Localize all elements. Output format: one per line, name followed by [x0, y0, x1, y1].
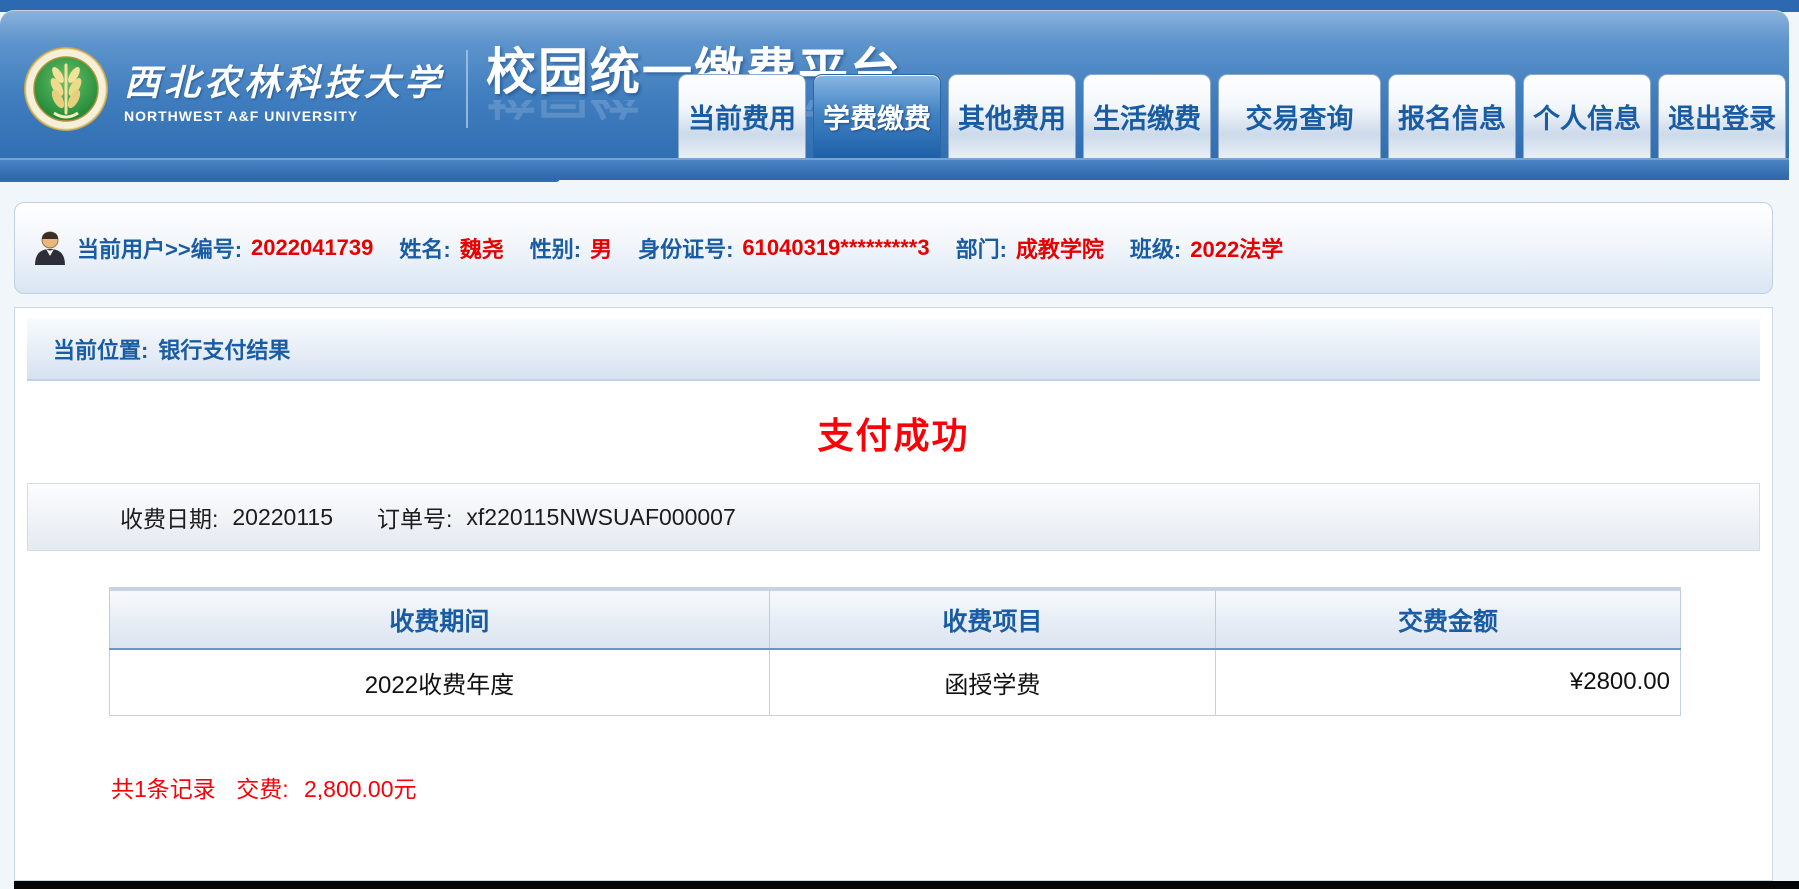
- user-id-label: 编号:: [191, 232, 242, 264]
- column-header-fee-period: 收费期间: [110, 589, 770, 649]
- summary-amount: 2,800.00元: [304, 776, 417, 802]
- order-number-value: xf220115NWSUAF000007: [466, 504, 735, 531]
- tab-registration-info[interactable]: 报名信息: [1388, 74, 1516, 158]
- summary-records: 共1条记录: [111, 776, 216, 802]
- user-gender-value: 男: [590, 232, 612, 264]
- header: 西北农林科技大学 NORTHWEST A&F UNIVERSITY 校园统一缴费…: [0, 10, 1789, 158]
- user-info-bar: 当前用户>>编号: 2022041739 姓名: 魏尧 性别: 男 身份证号: …: [14, 202, 1773, 294]
- user-department-label: 部门:: [956, 232, 1007, 264]
- tab-current-fees[interactable]: 当前费用: [678, 74, 806, 158]
- cell-fee-item: 函授学费: [769, 649, 1215, 715]
- tab-logout[interactable]: 退出登录: [1658, 74, 1786, 158]
- user-class-value: 2022法学: [1190, 232, 1283, 264]
- tab-tuition-payment[interactable]: 学费缴费: [813, 74, 941, 158]
- fee-date-label: 收费日期:: [120, 500, 218, 534]
- main-nav: 当前费用 学费缴费 其他费用 生活缴费 交易查询 报名信息 个人信息 退出登录: [678, 74, 1786, 158]
- university-logo-icon: [24, 47, 108, 131]
- cell-fee-period: 2022收费年度: [110, 649, 770, 715]
- table-row: 2022收费年度 函授学费 ¥2800.00: [110, 649, 1681, 715]
- university-name-en: NORTHWEST A&F UNIVERSITY: [124, 108, 444, 124]
- tab-transaction-query[interactable]: 交易查询: [1218, 74, 1381, 158]
- user-idcard-value: 61040319*********3: [742, 235, 929, 261]
- university-name-cn: 西北农林科技大学: [124, 54, 444, 106]
- bottom-edge: [14, 881, 1799, 889]
- breadcrumb-value: 银行支付结果: [158, 333, 290, 365]
- column-header-fee-item: 收费项目: [769, 589, 1215, 649]
- breadcrumb: 当前位置: 银行支付结果: [27, 319, 1760, 381]
- tab-other-fees[interactable]: 其他费用: [948, 74, 1076, 158]
- user-gender-label: 性别:: [530, 232, 581, 264]
- order-number-label: 订单号:: [377, 500, 452, 534]
- main-panel: 当前位置: 银行支付结果 支付成功 收费日期: 20220115 订单号: xf…: [14, 307, 1773, 881]
- user-prefix: 当前用户>>: [77, 232, 191, 264]
- summary-pay-label: 交费:: [236, 776, 288, 802]
- user-icon: [33, 230, 67, 266]
- payment-status-title: 支付成功: [15, 407, 1772, 459]
- user-name-label: 姓名:: [399, 232, 450, 264]
- table-header-row: 收费期间 收费项目 交费金额: [110, 589, 1681, 649]
- user-name-value: 魏尧: [460, 232, 504, 264]
- tab-living-payment[interactable]: 生活缴费: [1083, 74, 1211, 158]
- cell-pay-amount: ¥2800.00: [1215, 649, 1680, 715]
- header-band: [0, 158, 1789, 180]
- receipt-info-bar: 收费日期: 20220115 订单号: xf220115NWSUAF000007: [27, 483, 1760, 551]
- payment-table: 收费期间 收费项目 交费金额 2022收费年度 函授学费 ¥2800.00: [109, 587, 1681, 716]
- breadcrumb-label: 当前位置:: [53, 333, 148, 365]
- user-department-value: 成教学院: [1016, 232, 1104, 264]
- payment-platform-page: 西北农林科技大学 NORTHWEST A&F UNIVERSITY 校园统一缴费…: [0, 0, 1799, 889]
- brand-divider: [466, 50, 468, 128]
- fee-date-value: 20220115: [232, 504, 333, 531]
- university-name: 西北农林科技大学 NORTHWEST A&F UNIVERSITY: [124, 54, 444, 124]
- user-idcard-label: 身份证号:: [638, 232, 733, 264]
- record-summary: 共1条记录 交费: 2,800.00元: [111, 770, 1772, 804]
- user-class-label: 班级:: [1130, 232, 1181, 264]
- column-header-pay-amount: 交费金额: [1215, 589, 1680, 649]
- tab-personal-info[interactable]: 个人信息: [1523, 74, 1651, 158]
- user-id-value: 2022041739: [251, 235, 373, 261]
